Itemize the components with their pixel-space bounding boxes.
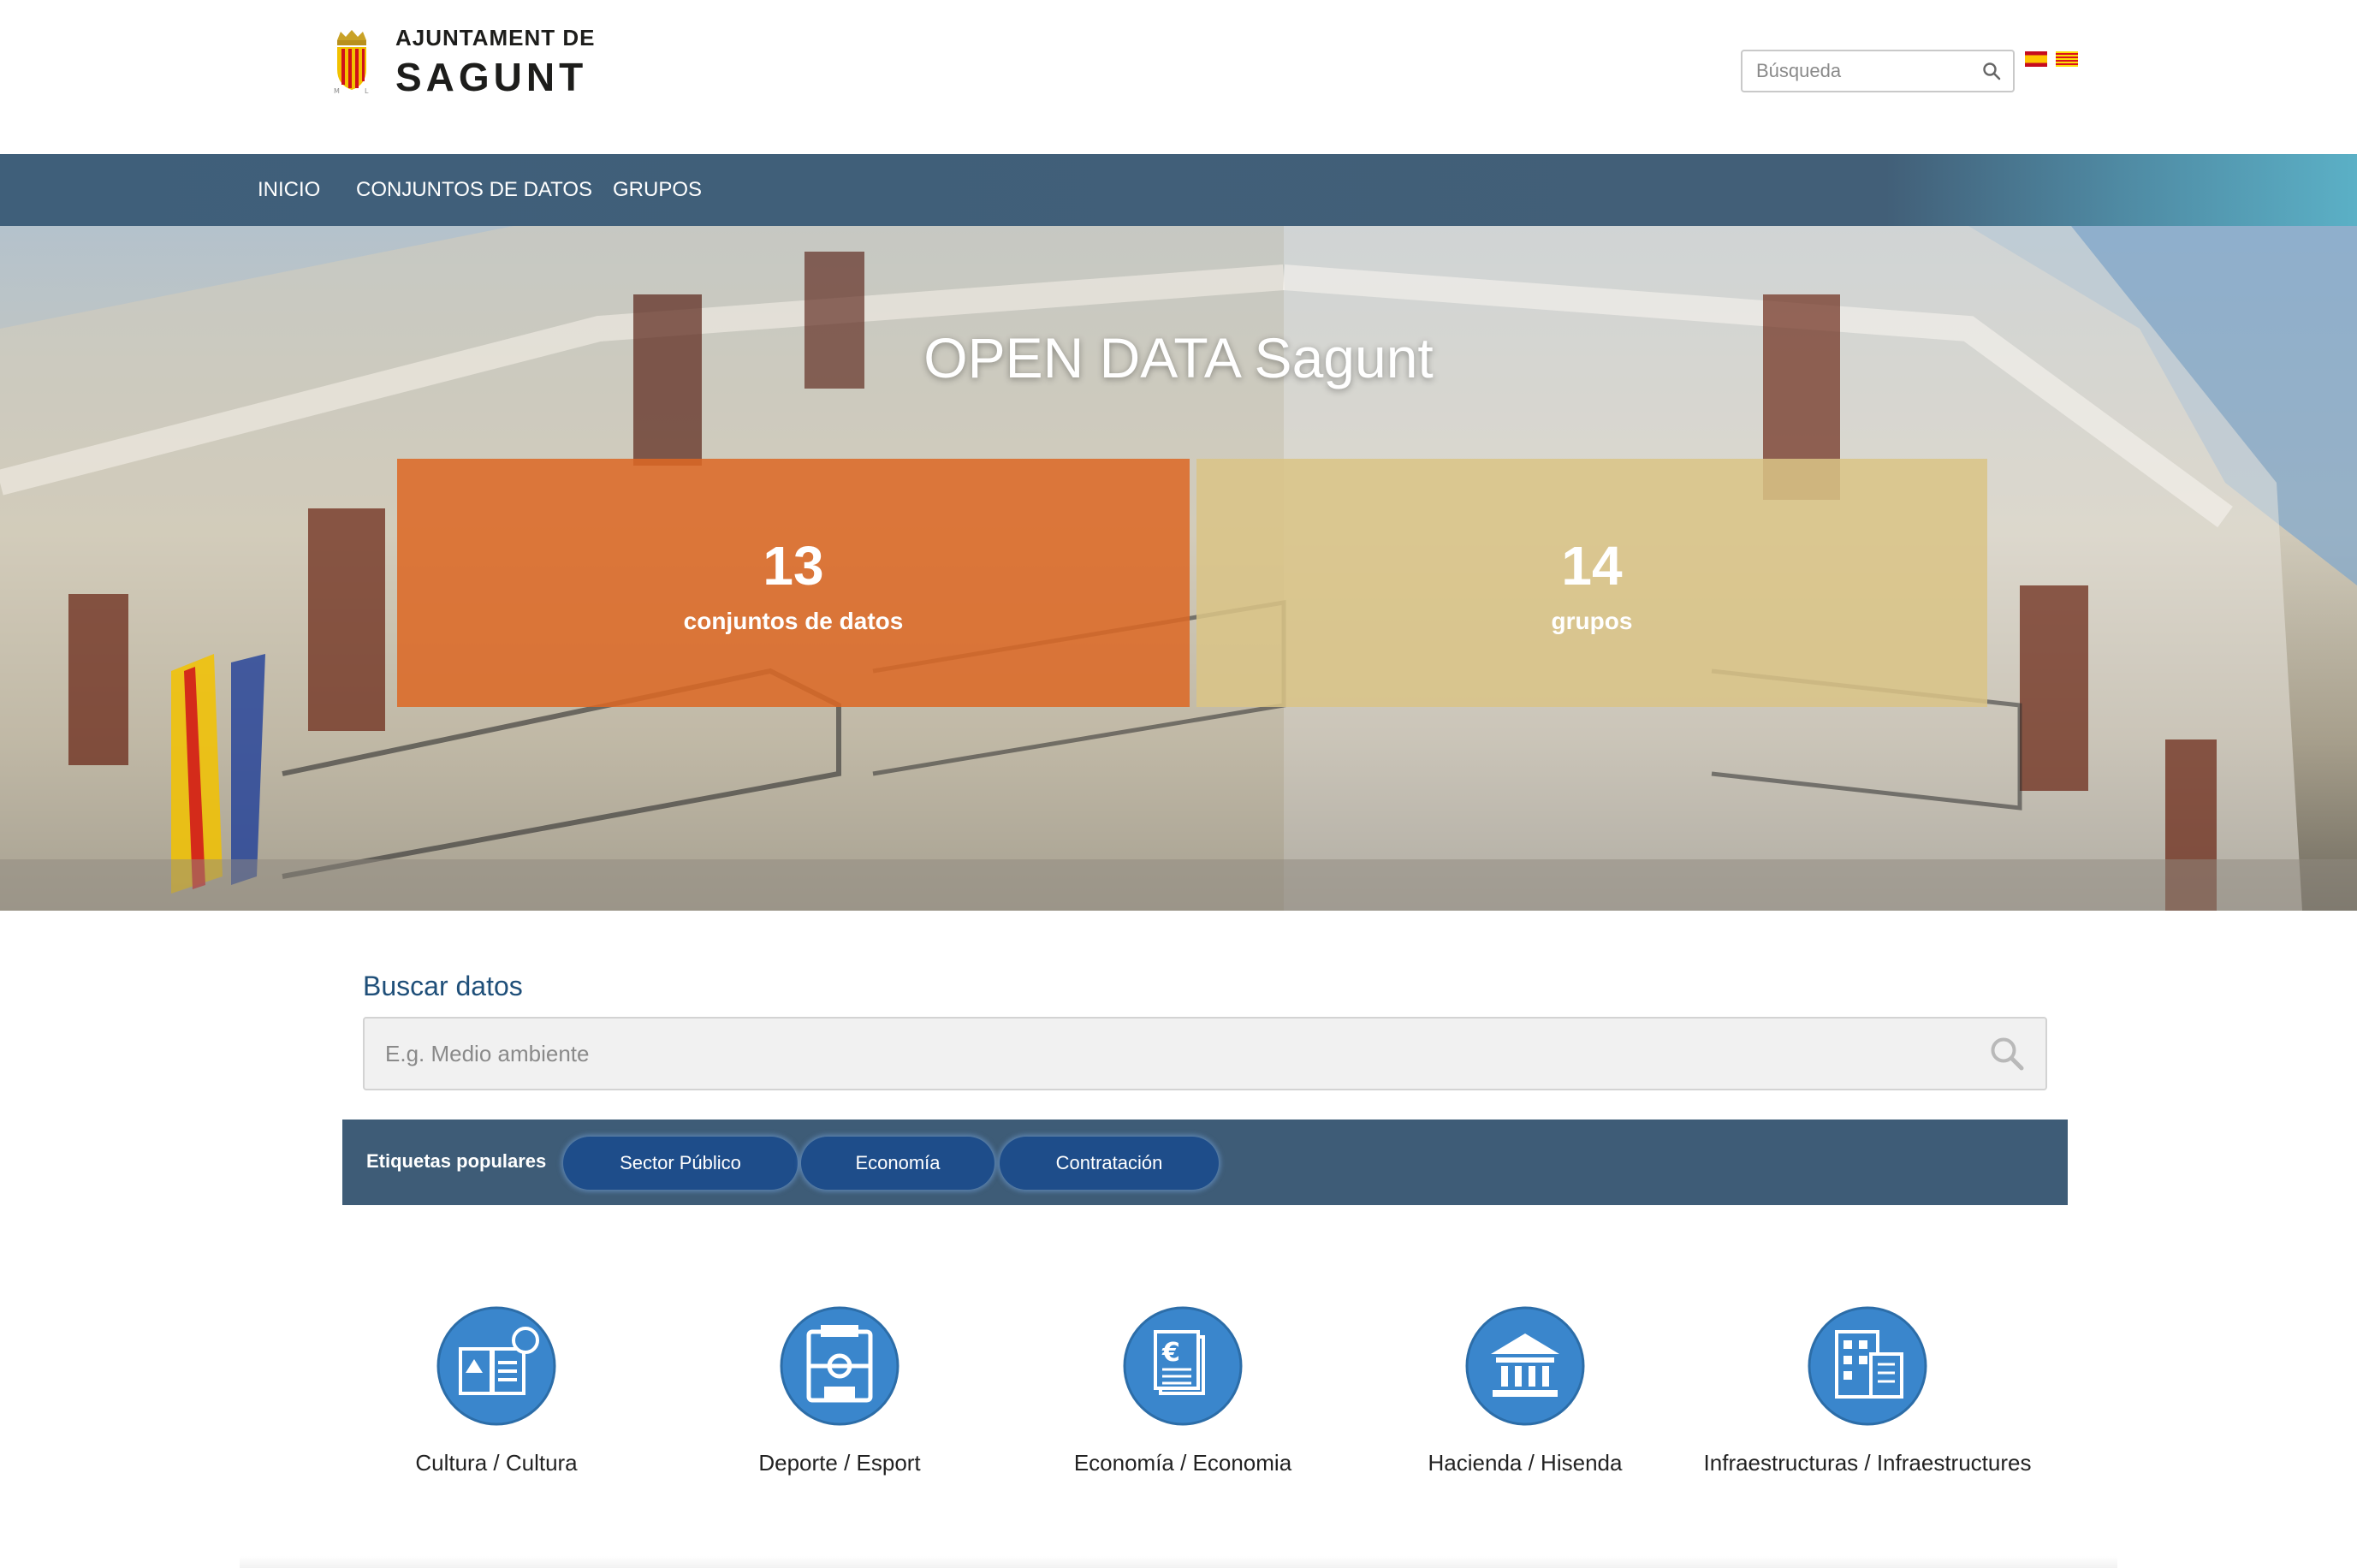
tag-sector-publico[interactable]: Sector Público (563, 1137, 798, 1190)
stat-datasets[interactable]: 13 conjuntos de datos (397, 459, 1190, 707)
stat-groups-label: grupos (1551, 608, 1633, 634)
hero-title: OPEN DATA Sagunt (923, 326, 1434, 389)
tag-economia[interactable]: Economía (801, 1137, 994, 1190)
category-deporte[interactable]: Deporte / Esport (668, 1306, 1011, 1476)
search-section-title: Buscar datos (363, 971, 523, 1001)
language-switcher (2025, 51, 2078, 67)
popular-tags-label: Etiquetas populares (366, 1150, 547, 1172)
economy-icon: € (1123, 1306, 1243, 1426)
logo-main-text: SAGUNT (395, 55, 588, 99)
category-economia[interactable]: € Economía / Economia (1012, 1306, 1354, 1476)
category-cultura[interactable]: Cultura / Cultura (325, 1306, 668, 1476)
svg-text:L: L (365, 87, 369, 95)
dataset-search-input[interactable] (365, 1019, 1956, 1089)
sport-icon (780, 1306, 899, 1426)
footer-divider (240, 1556, 2117, 1568)
header-search-input[interactable] (1743, 51, 1965, 91)
nav-item-inicio[interactable]: INICIO (258, 154, 320, 226)
popular-tags-bar: Etiquetas populares Sector Público Econo… (342, 1120, 2068, 1205)
category-infraestructuras[interactable]: Infraestructuras / Infraestructures (1696, 1306, 2039, 1476)
category-label: Infraestructuras / Infraestructures (1703, 1450, 2032, 1476)
coat-of-arms-icon: M L (334, 30, 369, 95)
main-nav: INICIO CONJUNTOS DE DATOS GRUPOS (0, 154, 2357, 226)
logo-top-text: AJUNTAMENT DE (395, 25, 596, 50)
site-header: M L AJUNTAMENT DE SAGUNT (0, 0, 2357, 154)
search-icon[interactable] (1989, 1036, 2025, 1072)
nav-item-grupos[interactable]: GRUPOS (613, 154, 702, 226)
treasury-icon (1465, 1306, 1585, 1426)
svg-text:M: M (334, 87, 340, 95)
site-logo[interactable]: M L AJUNTAMENT DE SAGUNT (332, 25, 596, 99)
hero-banner: OPEN DATA Sagunt 13 conjuntos de datos 1… (0, 226, 2357, 911)
stat-datasets-label: conjuntos de datos (683, 608, 904, 634)
nav-item-conjuntos[interactable]: CONJUNTOS DE DATOS (356, 154, 592, 226)
culture-icon (436, 1306, 556, 1426)
category-hacienda[interactable]: Hacienda / Hisenda (1354, 1306, 1696, 1476)
category-label: Cultura / Cultura (415, 1450, 578, 1476)
category-label: Economía / Economia (1073, 1450, 1292, 1476)
stat-groups[interactable]: 14 grupos (1196, 459, 1987, 707)
header-search (1741, 50, 2015, 92)
svg-text:€: € (1161, 1338, 1180, 1368)
category-label: Hacienda / Hisenda (1428, 1450, 1623, 1476)
stat-groups-value: 14 (1561, 535, 1623, 597)
tag-contratacion[interactable]: Contratación (1000, 1137, 1219, 1190)
es-flag-icon[interactable] (2025, 51, 2047, 67)
stat-datasets-value: 13 (763, 535, 824, 597)
dataset-search (363, 1017, 2047, 1090)
category-label: Deporte / Esport (758, 1450, 921, 1476)
search-icon[interactable] (1982, 62, 2001, 80)
ca-flag-icon[interactable] (2056, 51, 2078, 67)
infrastructure-icon (1808, 1306, 1927, 1426)
